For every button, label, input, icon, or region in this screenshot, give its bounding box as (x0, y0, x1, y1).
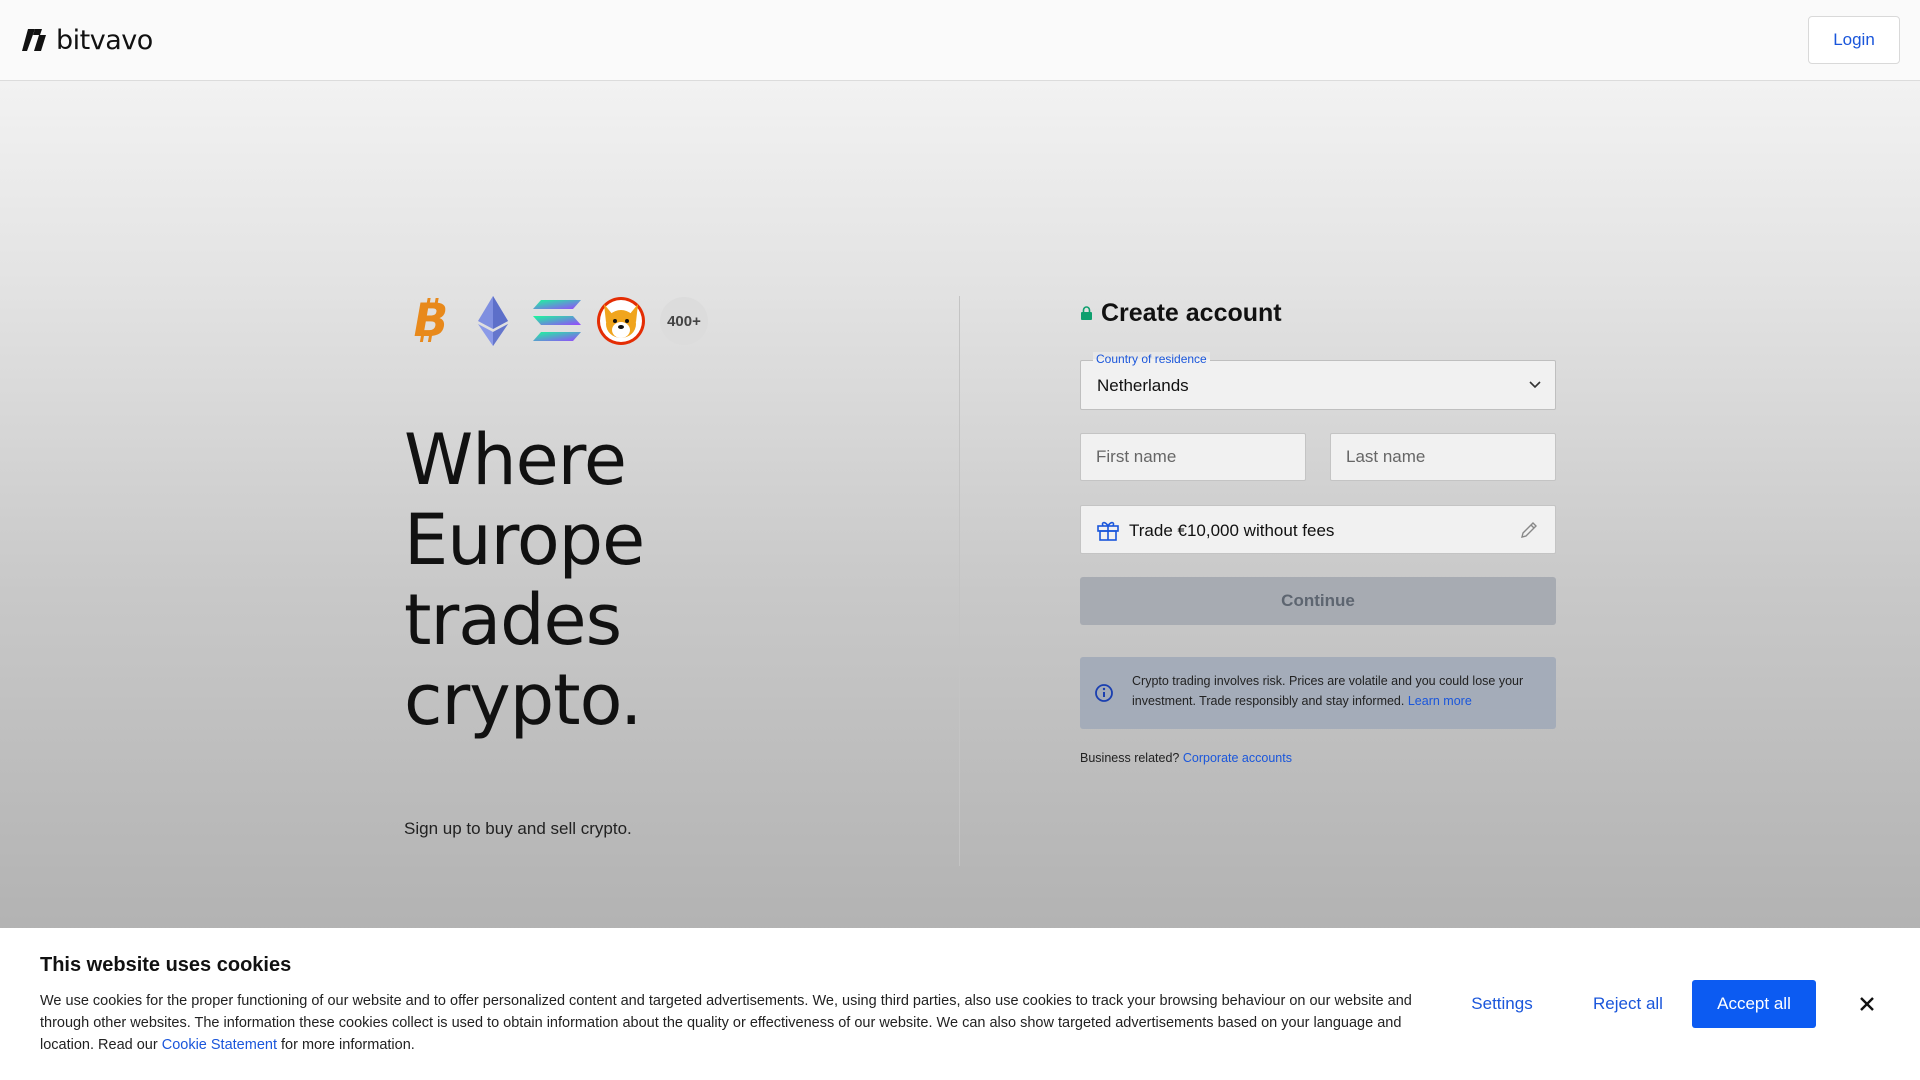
chevron-down-icon (1529, 381, 1541, 389)
promo-text: Trade €10,000 without fees (1129, 521, 1335, 540)
learn-more-link[interactable]: Learn more (1408, 694, 1472, 708)
accept-all-button[interactable]: Accept all (1692, 980, 1816, 1028)
top-header: bitvavo Login (0, 0, 1920, 81)
logo-text: bitvavo (56, 24, 153, 56)
cookie-settings-button[interactable]: Settings (1456, 980, 1548, 1028)
cookie-statement-link[interactable]: Cookie Statement (162, 1037, 277, 1053)
country-label: Country of residence (1093, 352, 1210, 366)
vertical-divider (959, 296, 960, 866)
bitvavo-logo[interactable]: bitvavo (22, 24, 153, 56)
hero-title: Where Europe trades crypto. (404, 420, 804, 740)
cookie-banner: This website uses cookies We use cookies… (0, 928, 1920, 1080)
solana-icon (532, 296, 582, 346)
login-button[interactable]: Login (1808, 16, 1900, 64)
more-coins-badge: 400+ (660, 297, 708, 345)
cookie-text: We use cookies for the proper functionin… (40, 990, 1420, 1056)
coin-icons-row: B 400+ (404, 296, 708, 346)
ethereum-icon (468, 296, 518, 346)
form-title: Create account (1080, 296, 1556, 330)
promo-code-field[interactable]: Trade €10,000 without fees (1080, 505, 1556, 554)
business-text: Business related? (1080, 751, 1180, 765)
pencil-icon[interactable] (1519, 520, 1539, 540)
reject-all-button[interactable]: Reject all (1582, 980, 1674, 1028)
cookie-title: This website uses cookies (40, 954, 292, 976)
shiba-inu-icon (596, 296, 646, 346)
continue-button[interactable]: Continue (1080, 577, 1556, 625)
country-value: Netherlands (1097, 376, 1189, 395)
bitcoin-icon: B (404, 296, 454, 346)
last-name-input[interactable]: Last name (1330, 433, 1556, 481)
business-line: Business related? Corporate accounts (1080, 751, 1292, 765)
risk-notice: Crypto trading involves risk. Prices are… (1080, 657, 1556, 729)
create-account-form: Create account Country of residence Neth… (1080, 296, 1556, 765)
hero-subtitle: Sign up to buy and sell crypto. (404, 819, 632, 838)
lock-icon (1081, 306, 1092, 320)
hero-title-line: crypto. (404, 659, 642, 741)
gift-icon (1097, 521, 1119, 541)
hero-title-line: Where (404, 419, 627, 501)
form-title-text: Create account (1101, 298, 1282, 327)
close-icon[interactable] (1856, 993, 1878, 1015)
corporate-accounts-link[interactable]: Corporate accounts (1183, 751, 1292, 765)
first-name-input[interactable]: First name (1080, 433, 1306, 481)
bitvavo-logo-icon (22, 29, 46, 51)
country-select[interactable]: Country of residence Netherlands (1080, 352, 1556, 410)
cookie-text-after: for more information. (281, 1037, 415, 1053)
info-icon (1095, 684, 1113, 702)
risk-text: Crypto trading involves risk. Prices are… (1132, 671, 1542, 711)
hero-title-line: trades (404, 579, 622, 661)
hero-title-line: Europe (404, 499, 645, 581)
